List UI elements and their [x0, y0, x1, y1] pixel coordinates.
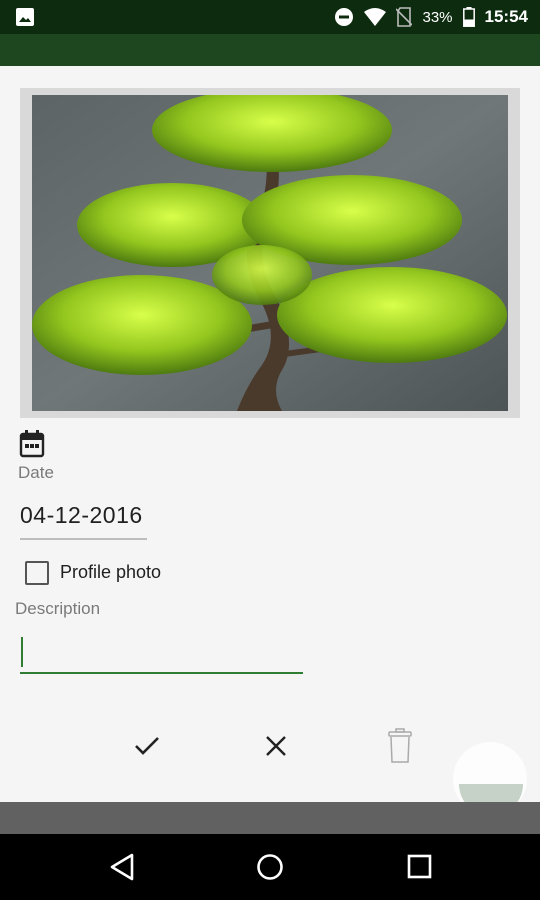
cancel-button[interactable] [256, 726, 296, 766]
navigation-bar [0, 834, 540, 900]
check-icon [135, 737, 159, 755]
back-icon[interactable] [108, 852, 138, 882]
profile-photo-checkbox[interactable] [25, 561, 49, 585]
scrim-strip [0, 802, 540, 834]
profile-photo-label[interactable]: Profile photo [60, 562, 161, 583]
wifi-icon [364, 8, 387, 26]
battery-percent: 33% [422, 8, 453, 26]
confirm-button[interactable] [127, 726, 167, 766]
delete-button[interactable] [380, 726, 420, 766]
trash-icon [388, 728, 412, 763]
description-label: Description [15, 599, 101, 618]
date-field[interactable]: 04-12-2016 [20, 502, 147, 540]
calendar-icon[interactable] [19, 430, 45, 458]
home-icon[interactable] [255, 852, 285, 882]
bonsai-photo[interactable] [32, 95, 508, 411]
close-icon [266, 736, 286, 756]
date-label: Date [18, 463, 54, 482]
status-icons: 33% 15:54 [334, 0, 528, 34]
clock: 15:54 [484, 7, 528, 26]
text-cursor [21, 637, 23, 667]
battery-icon [462, 7, 475, 27]
edit-photo-dialog: Date 04-12-2016 Profile photo Descriptio… [0, 66, 540, 816]
no-sim-icon [396, 7, 413, 27]
do-not-disturb-icon [335, 8, 354, 26]
image-notification-icon [16, 8, 34, 26]
recents-icon[interactable] [405, 852, 435, 882]
photo-frame [20, 88, 520, 418]
status-bar: 33% 15:54 [0, 0, 540, 34]
app-bar [0, 34, 540, 66]
description-input[interactable] [20, 632, 303, 674]
